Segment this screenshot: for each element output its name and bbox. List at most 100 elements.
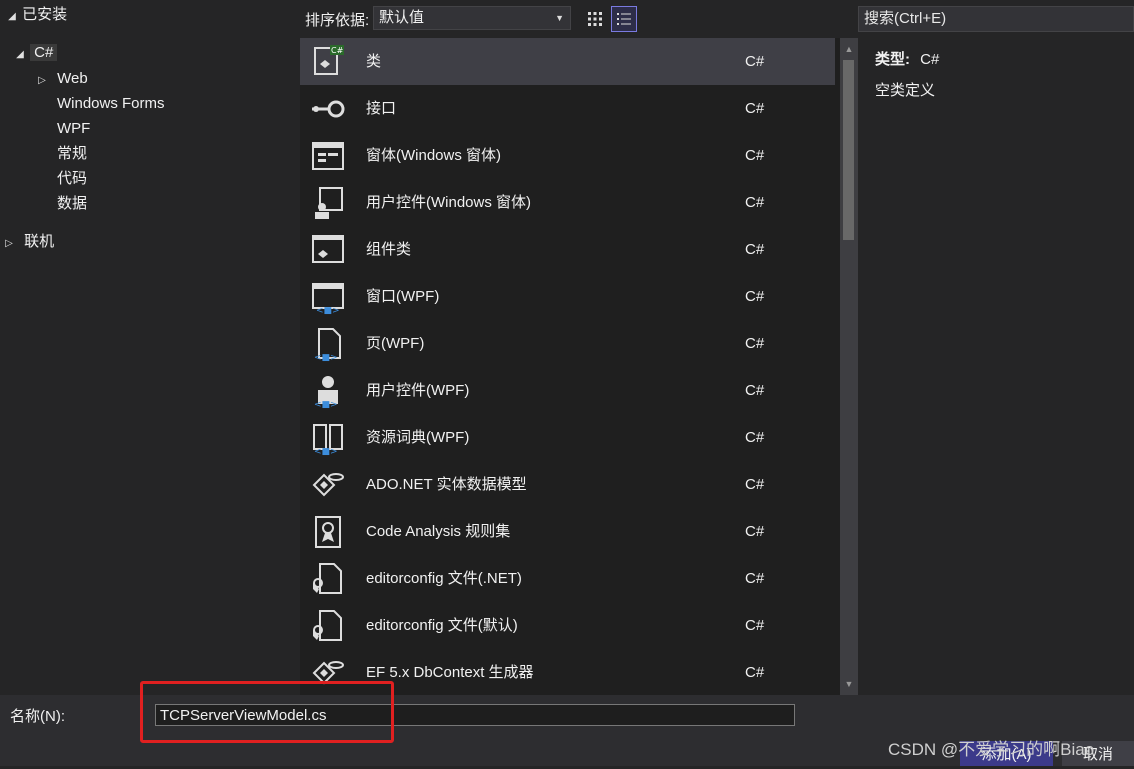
template-language: C#	[745, 476, 765, 493]
scroll-down-arrow-icon[interactable]: ▼	[840, 675, 858, 693]
tree-node-windows-forms[interactable]: Windows Forms	[57, 92, 165, 116]
template-name: 窗体(Windows 窗体)	[366, 147, 502, 164]
template-name: 组件类	[366, 241, 412, 258]
tree-node-label: 常规	[57, 145, 88, 162]
search-templates-input[interactable]: 搜索(Ctrl+E)	[858, 6, 1134, 32]
collapsed-triangle-icon: ▷	[38, 75, 46, 86]
expanded-triangle-icon: ◢	[8, 11, 16, 22]
list-toolbar: 排序依据: 默认值 ▼	[300, 0, 858, 38]
tree-node-general[interactable]: 常规	[57, 142, 87, 166]
template-description: 空类定义	[875, 82, 936, 99]
tree-node-online[interactable]: ▷ 联机	[3, 230, 54, 254]
wpf-user-control-icon: <■>	[314, 376, 338, 409]
sort-label: 排序依据:	[305, 12, 370, 29]
wpf-window-icon: <■>	[312, 283, 344, 315]
template-language: C#	[745, 100, 765, 117]
watermark-text: CSDN @不爱学习的啊Biao	[888, 740, 1095, 759]
dropdown-caret-icon: ▼	[555, 13, 564, 23]
tree-node-label: Web	[57, 70, 88, 87]
template-name: editorconfig 文件(.NET)	[366, 570, 522, 587]
template-language: C#	[745, 147, 765, 164]
template-language: C#	[745, 570, 765, 587]
svg-text:<■>: <■>	[314, 400, 338, 409]
search-placeholder: 搜索(Ctrl+E)	[864, 10, 947, 27]
editorconfig-icon	[313, 563, 342, 594]
sort-selected-value: 默认值	[379, 9, 425, 26]
windows-form-icon	[312, 142, 344, 170]
template-name: editorconfig 文件(默认)	[366, 617, 518, 634]
scroll-up-arrow-icon[interactable]: ▲	[840, 40, 858, 58]
collapsed-triangle-icon: ▷	[5, 238, 13, 249]
scrollbar-thumb[interactable]	[843, 60, 854, 240]
template-language: C#	[745, 53, 765, 70]
tree-node-label: Windows Forms	[57, 95, 165, 112]
template-language: C#	[745, 288, 765, 305]
template-list-scrollbar[interactable]: ▲ ▼	[840, 38, 858, 695]
template-list-item[interactable]: 用户控件(Windows 窗体) C#	[300, 179, 835, 226]
template-list[interactable]: C# 类 C# 接口 C# 窗体(Windows 窗体) C# 用户控件(Windows 窗体…	[300, 38, 840, 695]
list-view-button[interactable]	[611, 6, 637, 32]
template-list-item[interactable]: editorconfig 文件(默认) C#	[300, 602, 835, 649]
template-list-item[interactable]: <■> 窗口(WPF) C#	[300, 273, 835, 320]
template-list-item[interactable]: 窗体(Windows 窗体) C#	[300, 132, 835, 179]
tree-node-csharp[interactable]: ◢ C#	[14, 41, 58, 65]
tree-node-installed[interactable]: ◢ 已安装	[6, 3, 67, 27]
sort-dropdown[interactable]: 默认值 ▼	[373, 6, 571, 30]
template-list-item[interactable]: <■> 页(WPF) C#	[300, 320, 835, 367]
template-language: C#	[745, 382, 765, 399]
grid-view-icon	[588, 12, 602, 26]
grid-view-button[interactable]	[582, 6, 608, 32]
template-list-item[interactable]: <■> 用户控件(WPF) C#	[300, 367, 835, 414]
template-details-panel: 类型: C# 空类定义	[858, 38, 1134, 695]
template-list-item[interactable]: editorconfig 文件(.NET) C#	[300, 555, 835, 602]
tree-node-label: WPF	[57, 120, 91, 137]
template-list-item[interactable]: 接口 C#	[300, 85, 835, 132]
type-value: C#	[920, 51, 940, 68]
tree-node-label: 已安装	[22, 6, 68, 23]
template-list-item[interactable]: C# 类 C#	[300, 38, 835, 85]
wpf-page-icon: <■>	[314, 328, 341, 362]
expanded-triangle-icon: ◢	[16, 49, 24, 60]
type-label: 类型:	[875, 51, 910, 68]
template-category-tree: ◢ 已安装 ◢ C# ▷ Web Windows Forms WPF 常规 代码…	[0, 0, 300, 695]
svg-text:C#: C#	[331, 46, 344, 55]
svg-text:<■>: <■>	[316, 306, 340, 315]
template-name: 用户控件(Windows 窗体)	[366, 194, 532, 211]
ruleset-icon	[315, 516, 341, 548]
template-name: 页(WPF)	[366, 335, 425, 352]
list-view-icon	[617, 13, 631, 25]
component-class-icon	[312, 235, 344, 263]
type-row: 类型: C#	[875, 48, 939, 69]
svg-text:<■>: <■>	[314, 447, 338, 456]
tree-node-label: C#	[30, 44, 58, 61]
template-name: 接口	[366, 100, 397, 117]
template-name: Code Analysis 规则集	[366, 523, 511, 540]
tree-node-code[interactable]: 代码	[57, 167, 87, 191]
template-name: 窗口(WPF)	[366, 288, 440, 305]
template-language: C#	[745, 617, 765, 634]
template-name: 资源词典(WPF)	[366, 429, 470, 446]
template-language: C#	[745, 335, 765, 352]
interface-icon	[312, 100, 345, 118]
tree-node-label: 代码	[57, 170, 88, 187]
template-name: 用户控件(WPF)	[366, 382, 470, 399]
entity-model-icon	[312, 473, 344, 497]
class-icon: C#	[314, 45, 344, 75]
template-list-item[interactable]: Code Analysis 规则集 C#	[300, 508, 835, 555]
tree-node-web[interactable]: ▷ Web	[36, 67, 88, 91]
template-language: C#	[745, 194, 765, 211]
template-list-item[interactable]: ADO.NET 实体数据模型 C#	[300, 461, 835, 508]
template-list-item[interactable]: 组件类 C#	[300, 226, 835, 273]
template-language: C#	[745, 523, 765, 540]
tree-node-label: 数据	[57, 195, 88, 212]
tree-node-data[interactable]: 数据	[57, 192, 87, 216]
user-control-icon	[315, 187, 343, 219]
tree-node-wpf[interactable]: WPF	[57, 117, 90, 141]
template-language: C#	[745, 664, 765, 681]
template-language: C#	[745, 241, 765, 258]
annotation-highlight-box	[140, 681, 394, 743]
template-name: 类	[366, 53, 382, 70]
template-list-item[interactable]: <■> 资源词典(WPF) C#	[300, 414, 835, 461]
editorconfig-icon	[313, 610, 342, 641]
svg-text:<■>: <■>	[314, 353, 338, 362]
